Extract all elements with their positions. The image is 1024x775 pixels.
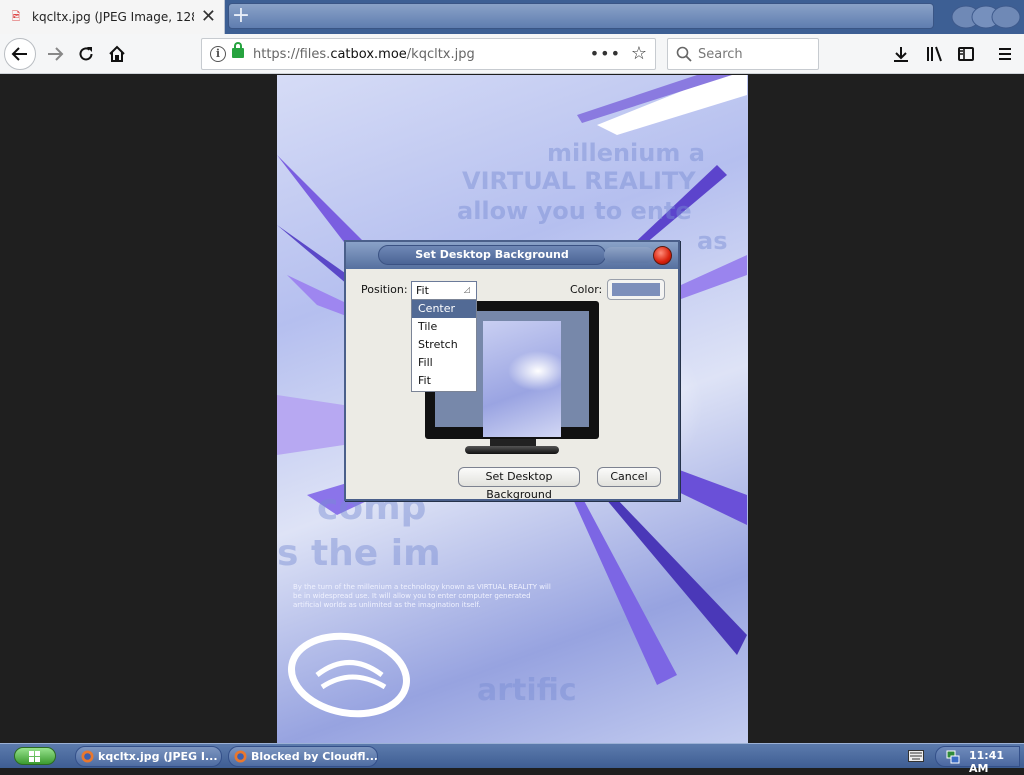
url-path: /kqcltx.jpg <box>406 47 475 62</box>
tab-strip-background <box>228 3 934 29</box>
clock[interactable]: 11:41 AM <box>969 749 1024 775</box>
page-actions-button[interactable]: ••• <box>590 44 621 63</box>
firefox-icon <box>81 750 94 763</box>
sidebar-button[interactable] <box>951 39 981 69</box>
cancel-button[interactable]: Cancel <box>597 467 661 487</box>
color-swatch <box>612 283 660 296</box>
back-button[interactable] <box>4 38 36 70</box>
position-dropdown-list: Center Tile Stretch Fill Fit <box>411 299 477 392</box>
monitor-base <box>465 446 559 454</box>
forward-arrow-icon <box>48 47 64 61</box>
home-button[interactable] <box>102 39 132 69</box>
position-select-value: Fit <box>416 284 429 297</box>
download-icon <box>894 47 908 62</box>
navigation-toolbar: i https://files.catbox.moe/kqcltx.jpg ••… <box>0 34 1024 74</box>
taskbar-item-image[interactable]: kqcltx.jpg (JPEG I... <box>75 746 222 767</box>
close-tab-icon[interactable]: ✕ <box>201 8 216 26</box>
downloads-button[interactable] <box>886 39 916 69</box>
browser-tab-active[interactable]: 🖻 kqcltx.jpg (JPEG Image, 1280 × 18 ✕ <box>0 0 225 34</box>
window-grip-decoration <box>951 5 1021 29</box>
position-option-fit[interactable]: Fit <box>412 372 476 390</box>
address-bar[interactable]: i https://files.catbox.moe/kqcltx.jpg ••… <box>201 38 656 70</box>
image-text-7: artific <box>477 673 577 708</box>
search-icon <box>676 46 692 62</box>
position-select[interactable]: Fit ◿ <box>411 281 477 300</box>
dialog-title: Set Desktop Background <box>415 248 569 261</box>
taskbar-item-label: Blocked by Cloudfl... <box>251 750 378 763</box>
url-scheme: https://files. <box>253 47 331 62</box>
color-picker-button[interactable] <box>607 279 665 300</box>
keyboard-icon[interactable] <box>908 750 924 762</box>
dialog-close-button[interactable] <box>653 246 672 265</box>
hamburger-menu-icon <box>999 48 1011 60</box>
position-option-stretch[interactable]: Stretch <box>412 336 476 354</box>
taskbar-item-label: kqcltx.jpg (JPEG I... <box>98 750 218 763</box>
image-text-3: allow you to ente <box>457 197 692 225</box>
image-blurb: By the turn of the millenium a technolog… <box>293 583 551 609</box>
back-arrow-icon <box>11 47 27 61</box>
url-host: catbox.moe <box>330 47 407 62</box>
forward-button[interactable] <box>40 39 70 69</box>
library-button[interactable] <box>919 39 949 69</box>
secure-lock-icon[interactable] <box>232 42 244 58</box>
url-text[interactable]: https://files.catbox.moe/kqcltx.jpg <box>253 47 475 62</box>
network-icon[interactable] <box>946 750 960 764</box>
titlebar-decoration <box>604 247 654 263</box>
image-text-6: s the im <box>277 533 441 574</box>
set-desktop-background-dialog: Set Desktop Background Position: Fit ◿ C… <box>344 240 680 501</box>
new-tab-button[interactable]: + <box>231 3 251 29</box>
position-option-tile[interactable]: Tile <box>412 318 476 336</box>
home-icon <box>109 45 125 62</box>
tab-strip: 🖻 kqcltx.jpg (JPEG Image, 1280 × 18 ✕ + <box>0 0 1024 34</box>
image-icon: 🖻 <box>11 10 21 23</box>
tab-title: kqcltx.jpg (JPEG Image, 1280 × 18 <box>32 10 194 24</box>
image-text-4: as <box>697 227 728 255</box>
image-text-2: VIRTUAL REALITY <box>462 167 696 195</box>
menu-button[interactable] <box>990 39 1020 69</box>
library-icon <box>927 46 942 62</box>
firefox-icon <box>234 750 247 763</box>
windows-flag-icon <box>29 751 40 762</box>
reload-button[interactable] <box>71 39 101 69</box>
position-option-center[interactable]: Center <box>412 300 476 318</box>
color-label: Color: <box>570 283 603 296</box>
site-info-icon[interactable]: i <box>210 46 226 62</box>
dropdown-arrow-icon: ◿ <box>463 285 470 294</box>
position-label: Position: <box>361 283 408 296</box>
preview-thumbnail <box>483 321 561 437</box>
search-placeholder: Search <box>698 47 743 62</box>
reload-icon <box>79 47 93 61</box>
taskbar: kqcltx.jpg (JPEG I... Blocked by Cloudfl… <box>0 743 1024 775</box>
start-button[interactable] <box>14 747 56 765</box>
bookmark-star-icon[interactable]: ☆ <box>631 43 647 64</box>
search-box[interactable]: Search <box>667 38 819 70</box>
dialog-titlebar[interactable]: Set Desktop Background <box>346 242 678 269</box>
sidebar-icon <box>958 47 974 61</box>
image-text-1: millenium a <box>547 139 705 167</box>
position-option-fill[interactable]: Fill <box>412 354 476 372</box>
taskbar-item-cloudflare[interactable]: Blocked by Cloudfl... <box>228 746 378 767</box>
set-desktop-background-button[interactable]: Set Desktop Background <box>458 467 580 501</box>
